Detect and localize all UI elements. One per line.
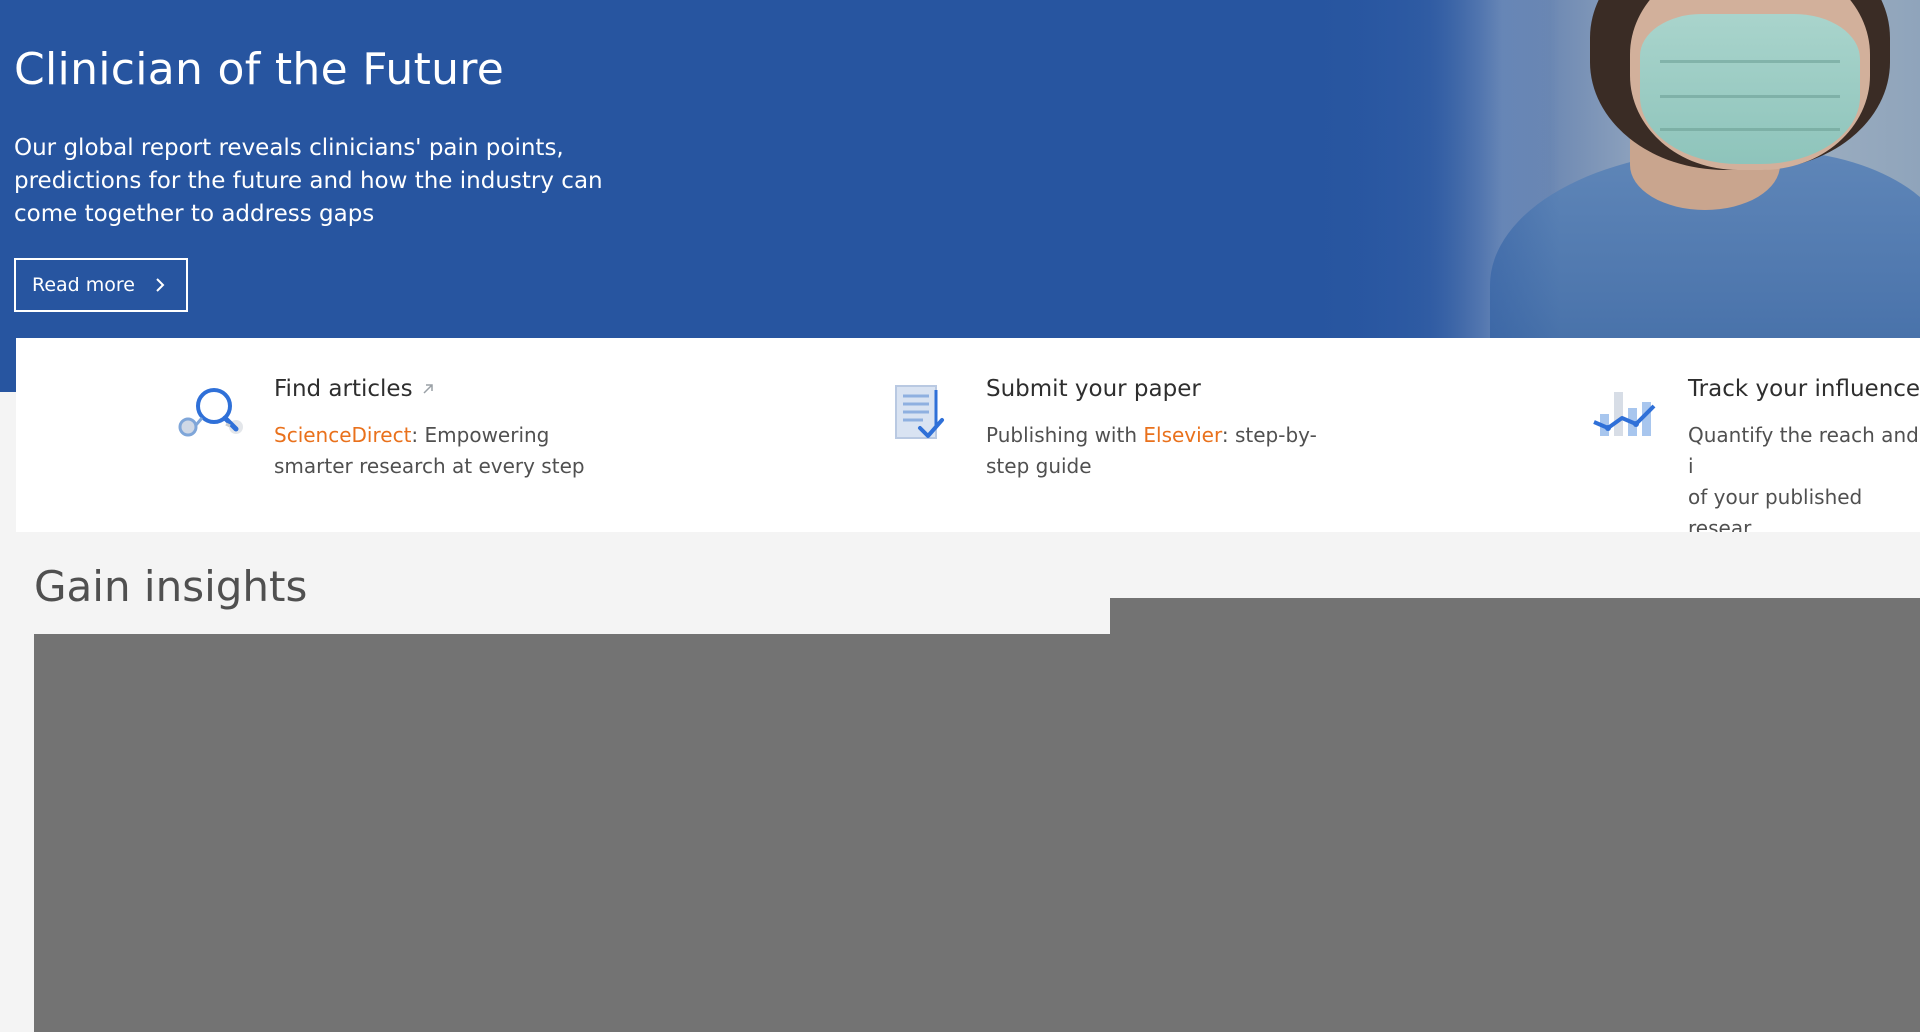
magnifier-icon: [178, 388, 243, 437]
hero-title: Clinician of the Future: [14, 44, 505, 95]
quick-links-card: Find articles ScienceDirect: Empowering …: [16, 338, 1920, 532]
hero-banner: Clinician of the Future Our global repor…: [0, 0, 1920, 338]
sciencedirect-link[interactable]: ScienceDirect: [274, 423, 411, 447]
document-check-icon: [895, 385, 944, 439]
chevron-right-icon: [156, 278, 165, 292]
feature-desc-find-articles: ScienceDirect: Empowering smarter resear…: [274, 423, 585, 478]
feature-title-submit-paper[interactable]: Submit your paper: [986, 376, 1201, 402]
insight-media-placeholder-right: [1110, 598, 1920, 1032]
feature-desc-submit-paper: Publishing with Elsevier: step-by-step g…: [986, 423, 1317, 478]
insight-media-placeholder-left: [34, 634, 1110, 1032]
feature-desc-track-influence: Quantify the reach and i of your publishe…: [1688, 423, 1919, 532]
hero-image-clinician: [1300, 0, 1920, 338]
chart-icon: [1593, 392, 1656, 436]
feature-title-track-influence[interactable]: Track your influence: [1688, 376, 1920, 402]
read-more-label: Read more: [32, 274, 135, 296]
feature-track-influence[interactable]: Track your influence Quantify the reach …: [1590, 338, 1920, 532]
feature-submit-paper[interactable]: Submit your paper Publishing with Elsevi…: [888, 338, 1348, 532]
hero-description: Our global report reveals clinicians' pa…: [14, 135, 603, 227]
feature-title-find-articles[interactable]: Find articles: [274, 376, 435, 402]
elsevier-link[interactable]: Elsevier: [1143, 423, 1222, 447]
hero-edge-strip: [0, 338, 16, 392]
read-more-button[interactable]: Read more: [14, 258, 188, 312]
external-link-icon: [423, 384, 433, 394]
gain-insights-heading: Gain insights: [34, 562, 308, 611]
feature-find-articles[interactable]: Find articles ScienceDirect: Empowering …: [176, 338, 636, 532]
